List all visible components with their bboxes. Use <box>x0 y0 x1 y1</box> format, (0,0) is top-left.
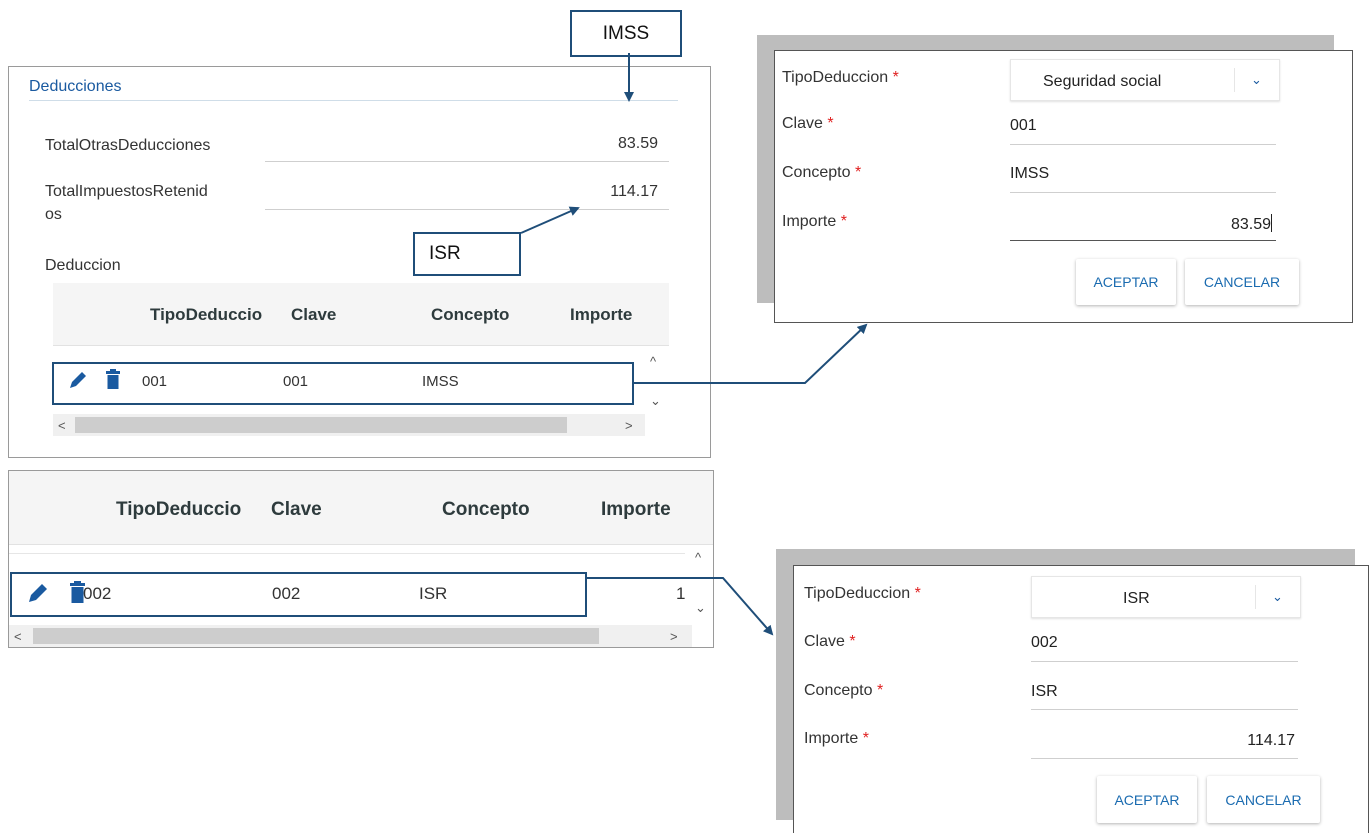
connector-arrows <box>520 53 868 636</box>
arrow-row-imss-to-dialog <box>634 323 868 384</box>
arrow-isr-callout <box>520 206 580 234</box>
arrow-row-isr-to-dialog <box>587 577 774 636</box>
